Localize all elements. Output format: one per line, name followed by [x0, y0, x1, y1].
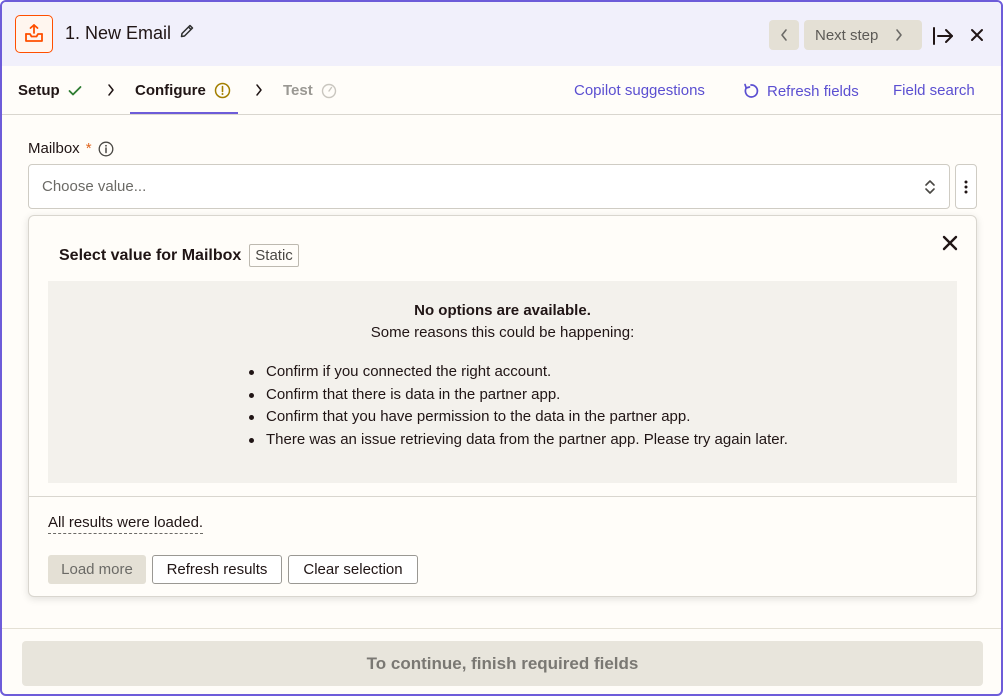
chevron-right-icon	[256, 84, 262, 96]
tab-configure[interactable]: Configure	[135, 82, 231, 99]
tab-setup[interactable]: Setup	[18, 82, 82, 99]
step-tabs: Setup Configure Test Copilot suggestions	[2, 66, 1001, 115]
check-icon	[68, 85, 82, 95]
mailbox-field-label: Mailbox *	[28, 140, 114, 157]
list-item: Confirm if you connected the right accou…	[246, 361, 788, 384]
static-badge: Static	[249, 244, 299, 267]
mailbox-select[interactable]: Choose value...	[28, 164, 950, 209]
chevron-right-icon	[108, 84, 114, 96]
list-item: Confirm that there is data in the partne…	[246, 384, 788, 407]
select-arrows-icon	[925, 180, 935, 194]
list-item: Confirm that you have permission to the …	[246, 406, 788, 429]
info-icon[interactable]	[98, 141, 114, 157]
field-search-label: Field search	[893, 82, 975, 99]
mailbox-select-placeholder: Choose value...	[42, 178, 147, 195]
chevron-right-icon	[896, 29, 903, 41]
refresh-results-button[interactable]: Refresh results	[152, 555, 282, 584]
email-outbox-icon	[15, 15, 53, 53]
tab-test[interactable]: Test	[283, 82, 337, 99]
expand-panel-icon[interactable]	[930, 23, 956, 49]
empty-state-title: No options are available.	[414, 302, 591, 319]
field-options-button[interactable]	[955, 164, 977, 209]
mailbox-label-text: Mailbox	[28, 140, 80, 157]
value-picker-popup: Select value for Mailbox Static No optio…	[28, 215, 977, 597]
tab-configure-label: Configure	[135, 82, 206, 99]
timer-icon	[321, 83, 336, 98]
empty-state-panel: No options are available. Some reasons t…	[48, 281, 957, 483]
more-vertical-icon	[964, 180, 968, 193]
tab-setup-label: Setup	[18, 82, 60, 99]
close-icon[interactable]	[966, 24, 988, 46]
divider	[29, 496, 976, 497]
refresh-fields-button[interactable]: Refresh fields	[742, 82, 859, 100]
popup-title-text: Select value for Mailbox	[59, 246, 242, 264]
clear-selection-button[interactable]: Clear selection	[288, 555, 418, 584]
empty-state-subtitle: Some reasons this could be happening:	[370, 324, 635, 341]
previous-step-button[interactable]	[769, 20, 799, 50]
required-marker: *	[85, 140, 92, 157]
divider	[2, 628, 1001, 629]
list-item: There was an issue retrieving data from …	[246, 429, 788, 452]
step-title-text: 1. New Email	[65, 23, 172, 43]
warning-circle-icon	[214, 82, 231, 99]
step-editor-panel: 1. New Email Next step Setup Configure T…	[0, 0, 1003, 696]
field-search-link[interactable]: Field search	[893, 82, 975, 99]
load-more-button[interactable]: Load more	[48, 555, 146, 584]
continue-button[interactable]: To continue, finish required fields	[22, 641, 983, 686]
active-tab-indicator	[130, 112, 238, 114]
copilot-suggestions-link[interactable]: Copilot suggestions	[574, 82, 705, 99]
next-step-label: Next step	[815, 26, 879, 44]
tab-test-label: Test	[283, 82, 313, 99]
close-icon[interactable]	[940, 233, 960, 253]
chevron-left-icon	[781, 29, 787, 41]
step-header: 1. New Email Next step	[2, 2, 1001, 66]
next-step-button[interactable]: Next step	[804, 20, 922, 50]
results-status-text: All results were loaded.	[48, 514, 204, 534]
reasons-list: Confirm if you connected the right accou…	[246, 361, 788, 451]
refresh-fields-label: Refresh fields	[767, 82, 859, 100]
copilot-suggestions-label: Copilot suggestions	[574, 82, 705, 99]
popup-title: Select value for Mailbox Static	[59, 244, 299, 267]
pencil-icon[interactable]	[179, 23, 195, 44]
step-title[interactable]: 1. New Email	[65, 23, 195, 44]
refresh-icon	[744, 83, 759, 98]
